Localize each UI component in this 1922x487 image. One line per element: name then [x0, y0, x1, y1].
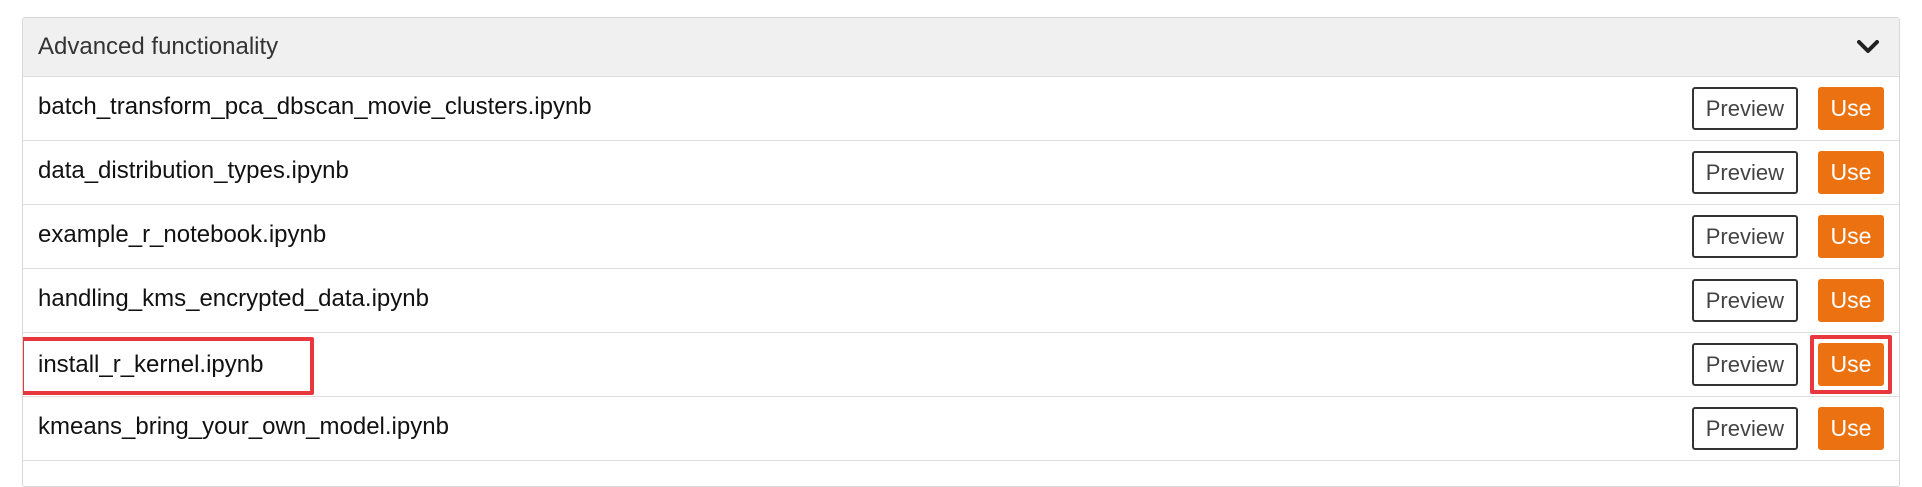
panel-header[interactable]: Advanced functionality	[23, 18, 1899, 77]
row-actions: Preview Use	[1691, 215, 1884, 258]
advanced-functionality-panel: Advanced functionality batch_transform_p…	[22, 17, 1900, 487]
row-actions: Preview Use	[1691, 335, 1892, 394]
notebook-name: example_r_notebook.ipynb	[38, 220, 327, 248]
use-button[interactable]: Use	[1818, 151, 1884, 194]
chevron-down-icon[interactable]	[1854, 33, 1882, 61]
panel-title: Advanced functionality	[38, 33, 279, 60]
preview-button[interactable]: Preview	[1691, 343, 1798, 386]
notebook-row: batch_transform_pca_dbscan_movie_cluster…	[23, 77, 1899, 141]
use-button[interactable]: Use	[1818, 407, 1884, 450]
notebook-row: kmeans_bring_your_own_model.ipynb Previe…	[23, 397, 1899, 461]
preview-button[interactable]: Preview	[1691, 87, 1798, 130]
row-actions: Preview Use	[1691, 87, 1884, 130]
notebook-row-highlighted: install_r_kernel.ipynb Preview Use	[23, 333, 1899, 397]
notebook-row: example_r_notebook.ipynb Preview Use	[23, 205, 1899, 269]
row-actions: Preview Use	[1691, 279, 1884, 322]
use-button[interactable]: Use	[1818, 343, 1884, 386]
preview-button[interactable]: Preview	[1691, 215, 1798, 258]
use-button[interactable]: Use	[1818, 87, 1884, 130]
notebook-name: handling_kms_encrypted_data.ipynb	[38, 284, 429, 312]
preview-button[interactable]: Preview	[1691, 407, 1798, 450]
notebook-name: kmeans_bring_your_own_model.ipynb	[38, 412, 449, 440]
notebook-name: data_distribution_types.ipynb	[38, 156, 349, 184]
preview-button[interactable]: Preview	[1691, 151, 1798, 194]
preview-button[interactable]: Preview	[1691, 279, 1798, 322]
use-button[interactable]: Use	[1818, 215, 1884, 258]
highlight-box-name: install_r_kernel.ipynb	[23, 336, 315, 395]
row-actions: Preview Use	[1691, 151, 1884, 194]
use-button[interactable]: Use	[1818, 279, 1884, 322]
highlight-box-use: Use	[1810, 335, 1892, 394]
notebook-name: install_r_kernel.ipynb	[38, 350, 264, 378]
notebook-name: batch_transform_pca_dbscan_movie_cluster…	[38, 92, 592, 120]
notebook-row: data_distribution_types.ipynb Preview Us…	[23, 141, 1899, 205]
row-actions: Preview Use	[1691, 407, 1884, 450]
notebook-row: handling_kms_encrypted_data.ipynb Previe…	[23, 269, 1899, 333]
